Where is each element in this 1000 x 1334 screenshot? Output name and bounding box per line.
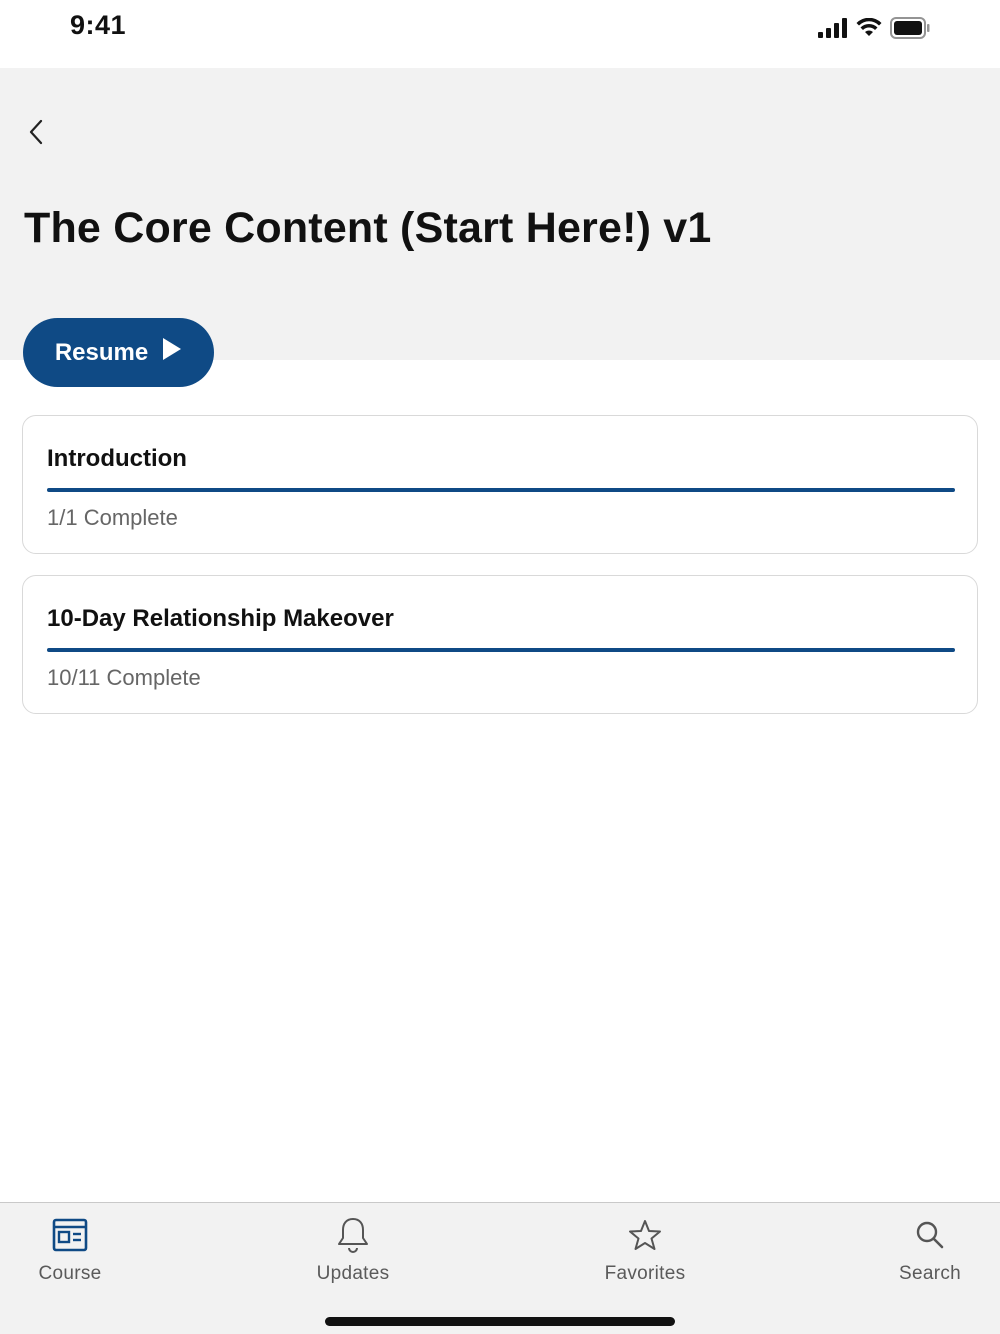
section-progress-fill [47,488,955,492]
course-header: The Core Content (Start Here!) v1 [0,68,1000,360]
section-progress-bar [47,648,955,652]
section-title: Introduction [47,445,187,472]
battery-icon [890,16,930,44]
resume-button[interactable]: Resume [23,318,214,387]
home-indicator [325,1317,675,1326]
resume-label: Resume [54,338,149,366]
star-icon [625,1215,665,1255]
tab-label: Favorites [604,1263,686,1284]
course-icon [50,1215,90,1255]
status-bar: 9:41 [0,0,1000,68]
section-progress-fill [47,648,955,652]
chevron-left-icon [27,118,45,151]
search-icon [910,1215,950,1255]
play-icon [162,337,182,368]
tab-label: Search [898,1263,961,1284]
status-icons [818,16,930,44]
status-time: 9:41 [70,10,127,40]
section-status: 10/11 Complete [47,665,201,690]
tab-favorites[interactable]: Favorites [598,1215,692,1285]
section-card[interactable]: Introduction 1/1 Complete [22,415,978,554]
tab-search[interactable]: Search [892,1215,968,1285]
back-button[interactable] [20,118,52,150]
wifi-icon [856,17,882,43]
section-progress-bar [47,488,955,492]
tab-bar: Course Updates Favorites Search [0,1202,1000,1334]
section-card[interactable]: 10-Day Relationship Makeover 10/11 Compl… [22,575,978,714]
section-status: 1/1 Complete [47,505,178,530]
signal-icon [818,17,848,43]
tab-label: Updates [316,1263,390,1284]
page-title: The Core Content (Start Here!) v1 [24,204,712,252]
section-title: 10-Day Relationship Makeover [47,605,394,632]
tab-label: Course [38,1263,102,1284]
tab-updates[interactable]: Updates [308,1215,398,1285]
tab-course[interactable]: Course [30,1215,110,1285]
bell-icon [333,1215,373,1255]
screen: 9:41 The Core Content (Start Here!) v1 R… [0,0,1000,1334]
